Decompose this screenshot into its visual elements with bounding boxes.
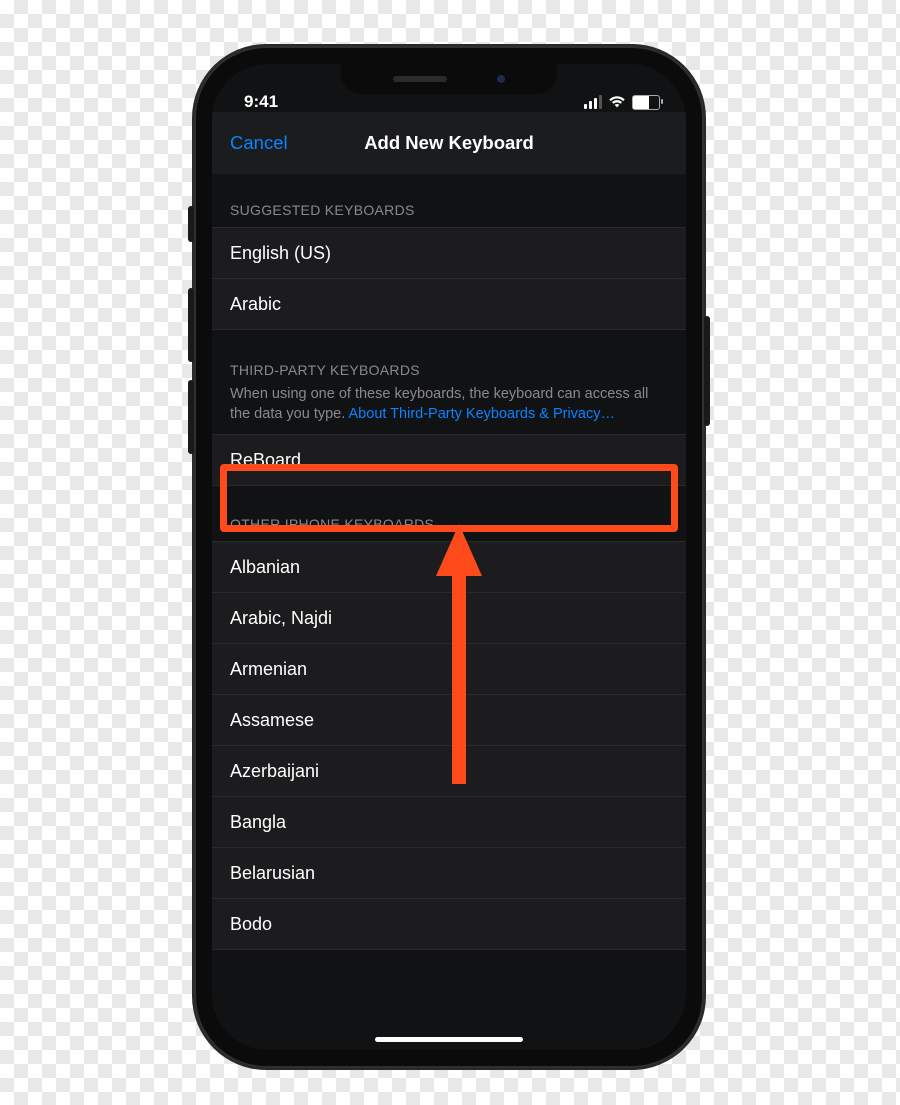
section-header-other: OTHER IPHONE KEYBOARDS bbox=[212, 486, 686, 541]
phone-power-button bbox=[704, 316, 710, 426]
keyboard-row-assamese[interactable]: Assamese bbox=[212, 695, 686, 746]
battery-icon bbox=[632, 95, 660, 110]
cellular-signal-icon bbox=[584, 95, 602, 109]
phone-silence-switch bbox=[188, 206, 194, 242]
section-header-thirdparty: THIRD-PARTY KEYBOARDS bbox=[212, 330, 686, 382]
home-indicator[interactable] bbox=[375, 1037, 523, 1042]
section-header-suggested: SUGGESTED KEYBOARDS bbox=[212, 174, 686, 227]
phone-volume-up bbox=[188, 288, 194, 362]
speaker-grille bbox=[393, 76, 447, 82]
wifi-icon bbox=[608, 95, 626, 109]
keyboard-row-english-us[interactable]: English (US) bbox=[212, 227, 686, 279]
keyboard-row-arabic[interactable]: Arabic bbox=[212, 279, 686, 330]
status-time: 9:41 bbox=[244, 92, 278, 112]
front-camera bbox=[497, 75, 505, 83]
cancel-button[interactable]: Cancel bbox=[230, 132, 288, 154]
about-thirdparty-link[interactable]: About Third-Party Keyboards & Privacy… bbox=[349, 406, 615, 422]
phone-frame: 9:41 Cancel Add New Keyboard SUGGESTED K… bbox=[194, 46, 704, 1068]
thirdparty-note: When using one of these keyboards, the k… bbox=[212, 382, 686, 424]
keyboard-row-belarusian[interactable]: Belarusian bbox=[212, 848, 686, 899]
content-scroll[interactable]: SUGGESTED KEYBOARDS English (US) Arabic … bbox=[212, 174, 686, 1050]
phone-volume-down bbox=[188, 380, 194, 454]
keyboard-row-reboard[interactable]: ReBoard bbox=[212, 434, 686, 486]
keyboard-row-azerbaijani[interactable]: Azerbaijani bbox=[212, 746, 686, 797]
notch bbox=[341, 64, 557, 94]
keyboard-row-armenian[interactable]: Armenian bbox=[212, 644, 686, 695]
keyboard-row-albanian[interactable]: Albanian bbox=[212, 541, 686, 593]
keyboard-row-bodo[interactable]: Bodo bbox=[212, 899, 686, 950]
keyboard-row-bangla[interactable]: Bangla bbox=[212, 797, 686, 848]
screen: 9:41 Cancel Add New Keyboard SUGGESTED K… bbox=[212, 64, 686, 1050]
keyboard-row-arabic-najdi[interactable]: Arabic, Najdi bbox=[212, 593, 686, 644]
